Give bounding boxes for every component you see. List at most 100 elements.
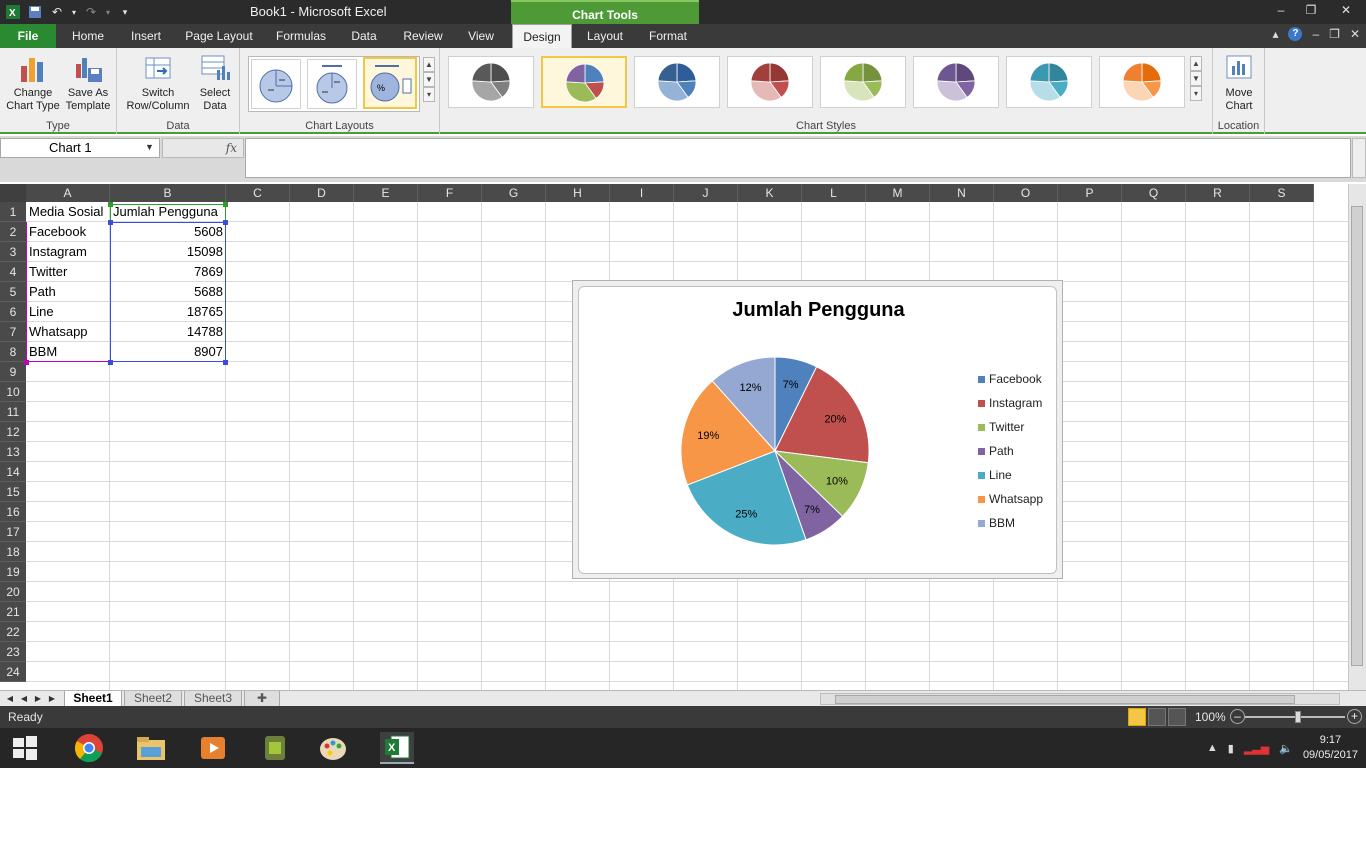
sheet-tab-2[interactable]: Sheet2 bbox=[124, 691, 182, 707]
insert-sheet-icon[interactable]: ✚ bbox=[244, 691, 280, 707]
legend-entry[interactable]: Path bbox=[978, 443, 1014, 459]
legend-entry[interactable]: Twitter bbox=[978, 419, 1024, 435]
column-header-p[interactable]: P bbox=[1058, 184, 1122, 202]
cell-media[interactable]: Twitter bbox=[26, 262, 110, 282]
cell-media[interactable]: Instagram bbox=[26, 242, 110, 262]
row-header-24[interactable]: 24 bbox=[0, 662, 26, 682]
row-header-8[interactable]: 8 bbox=[0, 342, 26, 362]
column-header-h[interactable]: H bbox=[546, 184, 610, 202]
column-header-n[interactable]: N bbox=[930, 184, 994, 202]
row-header-15[interactable]: 15 bbox=[0, 482, 26, 502]
chart-style-2[interactable] bbox=[541, 56, 627, 108]
name-box[interactable]: Chart 1 bbox=[0, 138, 160, 158]
select-data-button[interactable]: Select Data bbox=[195, 52, 235, 113]
row-header-14[interactable]: 14 bbox=[0, 462, 26, 482]
column-header-c[interactable]: C bbox=[226, 184, 290, 202]
switch-row-column-button[interactable]: Switch Row/Column bbox=[123, 52, 193, 113]
cell-users[interactable]: 14788 bbox=[110, 322, 226, 342]
row-header-4[interactable]: 4 bbox=[0, 262, 26, 282]
insert-function-icon[interactable]: fx bbox=[226, 141, 237, 155]
cell-users[interactable]: 8907 bbox=[110, 342, 226, 362]
tab-home[interactable]: Home bbox=[62, 24, 114, 48]
minimize-icon[interactable]: – bbox=[1266, 0, 1296, 20]
redo-dropdown-icon[interactable]: ▾ bbox=[104, 3, 112, 21]
row-header-12[interactable]: 12 bbox=[0, 422, 26, 442]
zoom-out-icon[interactable]: – bbox=[1230, 709, 1245, 724]
column-header-r[interactable]: R bbox=[1186, 184, 1250, 202]
name-box-dropdown-icon[interactable]: ▼ bbox=[145, 142, 154, 152]
row-header-7[interactable]: 7 bbox=[0, 322, 26, 342]
data-label[interactable]: 12% bbox=[740, 382, 762, 394]
excel-taskbar-icon[interactable]: X bbox=[380, 732, 414, 764]
media-player-icon[interactable] bbox=[196, 732, 230, 764]
row-header-23[interactable]: 23 bbox=[0, 642, 26, 662]
row-header-21[interactable]: 21 bbox=[0, 602, 26, 622]
row-header-6[interactable]: 6 bbox=[0, 302, 26, 322]
row-header-13[interactable]: 13 bbox=[0, 442, 26, 462]
cell-users[interactable]: 18765 bbox=[110, 302, 226, 322]
power-icon[interactable]: ▮ bbox=[1228, 742, 1234, 755]
cell-users[interactable]: 15098 bbox=[110, 242, 226, 262]
move-chart-button[interactable]: Move Chart bbox=[1217, 52, 1261, 113]
tab-view[interactable]: View bbox=[458, 24, 504, 48]
data-label[interactable]: 10% bbox=[826, 476, 848, 488]
column-header-e[interactable]: E bbox=[354, 184, 418, 202]
chart-layout-3[interactable]: % bbox=[363, 57, 417, 109]
column-header-o[interactable]: O bbox=[994, 184, 1058, 202]
data-label[interactable]: 19% bbox=[697, 430, 719, 442]
row-header-19[interactable]: 19 bbox=[0, 562, 26, 582]
network-icon[interactable]: ▂▃▅ bbox=[1244, 742, 1269, 755]
customize-toolbar-icon[interactable]: ▾ bbox=[116, 3, 134, 21]
tab-insert[interactable]: Insert bbox=[120, 24, 172, 48]
close-icon[interactable]: ✕ bbox=[1326, 0, 1366, 20]
column-header-s[interactable]: S bbox=[1250, 184, 1314, 202]
clock[interactable]: 9:17 09/05/2017 bbox=[1303, 733, 1358, 763]
prev-sheet-icon[interactable]: ◀ bbox=[18, 692, 30, 705]
zoom-slider-thumb[interactable] bbox=[1295, 711, 1301, 723]
styles-scroll-down-icon[interactable]: ▼ bbox=[1190, 71, 1202, 86]
normal-view-icon[interactable] bbox=[1128, 708, 1146, 726]
cell-media[interactable]: Facebook bbox=[26, 222, 110, 242]
chart-layout-1[interactable] bbox=[251, 59, 301, 109]
tab-file[interactable]: File bbox=[0, 24, 56, 48]
cell-b1[interactable]: Jumlah Pengguna bbox=[110, 202, 226, 222]
layouts-scroll-up-icon[interactable]: ▲ bbox=[423, 57, 435, 72]
cell-a1[interactable]: Media Sosial bbox=[26, 202, 110, 222]
horizontal-scrollbar[interactable] bbox=[820, 693, 1340, 705]
workbook-minimize-icon[interactable]: – bbox=[1312, 27, 1319, 41]
layouts-more-icon[interactable]: ▾ bbox=[423, 87, 435, 102]
column-header-k[interactable]: K bbox=[738, 184, 802, 202]
row-header-3[interactable]: 3 bbox=[0, 242, 26, 262]
cell-media[interactable]: Path bbox=[26, 282, 110, 302]
first-sheet-icon[interactable]: ◀ bbox=[4, 692, 16, 705]
save-as-template-button[interactable]: Save As Template bbox=[62, 52, 114, 113]
column-header-j[interactable]: J bbox=[674, 184, 738, 202]
chart-style-5[interactable] bbox=[820, 56, 906, 108]
tab-format[interactable]: Format bbox=[640, 24, 696, 48]
zoom-slider[interactable] bbox=[1245, 711, 1345, 723]
show-hidden-icons-icon[interactable]: ▲ bbox=[1207, 742, 1218, 754]
data-label[interactable]: 20% bbox=[824, 414, 846, 426]
styles-scroll-up-icon[interactable]: ▲ bbox=[1190, 56, 1202, 71]
redo-icon[interactable]: ↷ bbox=[82, 3, 100, 21]
zoom-in-icon[interactable]: + bbox=[1347, 709, 1362, 724]
collapse-ribbon-icon[interactable]: ▴ bbox=[1272, 27, 1278, 41]
row-header-22[interactable]: 22 bbox=[0, 622, 26, 642]
zoom-level[interactable]: 100% bbox=[1195, 710, 1226, 724]
tab-formulas[interactable]: Formulas bbox=[268, 24, 334, 48]
row-header-18[interactable]: 18 bbox=[0, 542, 26, 562]
tab-layout[interactable]: Layout bbox=[578, 24, 632, 48]
data-label[interactable]: 7% bbox=[783, 379, 799, 391]
file-explorer-icon[interactable] bbox=[134, 732, 168, 764]
chart-style-8[interactable] bbox=[1099, 56, 1185, 108]
column-header-m[interactable]: M bbox=[866, 184, 930, 202]
column-header-f[interactable]: F bbox=[418, 184, 482, 202]
legend-entry[interactable]: Facebook bbox=[978, 371, 1042, 387]
column-header-a[interactable]: A bbox=[26, 184, 110, 202]
row-header-1[interactable]: 1 bbox=[0, 202, 26, 222]
restore-icon[interactable]: ❐ bbox=[1296, 0, 1326, 20]
column-header-g[interactable]: G bbox=[482, 184, 546, 202]
chart-style-1[interactable] bbox=[448, 56, 534, 108]
page-break-view-icon[interactable] bbox=[1168, 708, 1186, 726]
help-icon[interactable]: ? bbox=[1288, 27, 1303, 41]
